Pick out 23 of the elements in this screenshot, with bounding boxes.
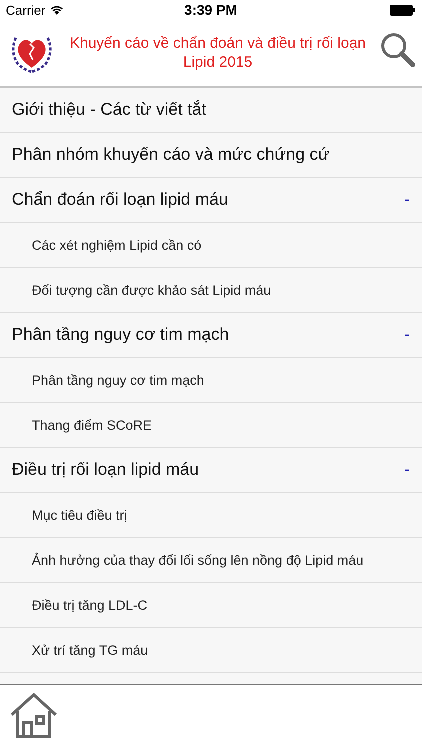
- section-header[interactable]: Điều trị rối loạn lipid máu: [12, 460, 200, 480]
- carrier-label: Carrier: [6, 2, 46, 18]
- submenu-item[interactable]: Thang điểm SCoRE: [0, 403, 422, 448]
- submenu-item[interactable]: Đối tượng cần được khảo sát Lipid máu: [0, 268, 422, 313]
- submenu-item[interactable]: Phân tầng nguy cơ tim mạch: [0, 358, 422, 403]
- home-icon[interactable]: [10, 693, 58, 739]
- submenu-item[interactable]: Các xét nghiệm Lipid cần có: [0, 223, 422, 268]
- submenu-item[interactable]: Ảnh hưởng của thay đổi lối sống lên nồng độ Lipid máu: [0, 538, 422, 583]
- battery-icon: [390, 4, 416, 16]
- collapse-toggle[interactable]: -: [404, 325, 410, 345]
- search-icon[interactable]: [380, 32, 416, 68]
- submenu-item[interactable]: Mục tiêu điều trị: [0, 493, 422, 538]
- collapse-toggle[interactable]: -: [404, 190, 410, 210]
- submenu-item[interactable]: Xử trí tăng TG máu: [0, 628, 422, 673]
- collapse-toggle[interactable]: -: [404, 460, 410, 480]
- section-header[interactable]: Phân tầng nguy cơ tim mạch: [12, 325, 230, 345]
- app-title: Khuyến cáo về chẩn đoán và điều trị rối loạn Lipid 2015: [68, 34, 368, 72]
- submenu-item[interactable]: Điều trị tăng LDL-C: [0, 583, 422, 628]
- section-header[interactable]: Chẩn đoán rối loạn lipid máu: [12, 190, 228, 210]
- wifi-icon: [50, 5, 64, 15]
- menu-item[interactable]: Phân nhóm khuyến cáo và mức chứng cứ: [0, 133, 422, 178]
- menu-item[interactable]: Giới thiệu - Các từ viết tắt: [0, 88, 422, 133]
- clock-time: 3:39 PM: [184, 2, 238, 18]
